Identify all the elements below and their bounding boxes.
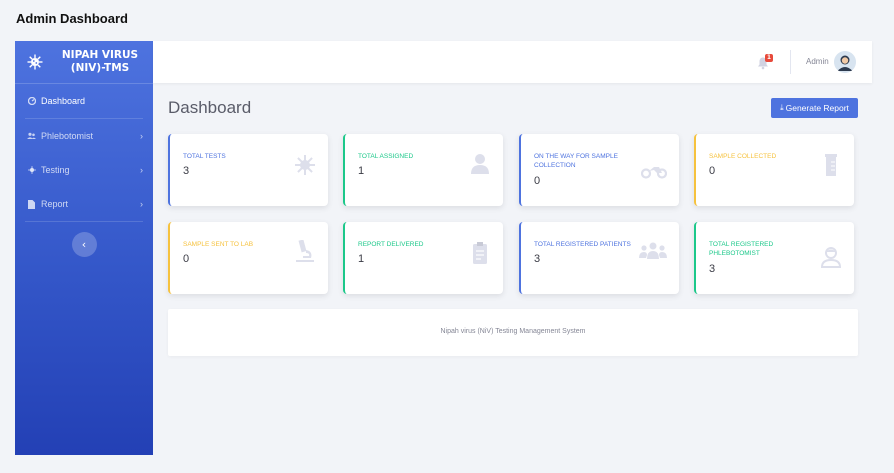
- chevron-left-icon: ‹: [81, 238, 87, 251]
- stat-card-on-the-way[interactable]: ON THE WAY FOR SAMPLE COLLECTION 0: [519, 134, 679, 206]
- clipboard-icon: [473, 242, 487, 264]
- card-title: SAMPLE SENT TO LAB: [183, 241, 254, 248]
- motorcycle-icon: [641, 167, 667, 179]
- card-title: TOTAL REGISTERED PHLEBOTOMIST: [709, 241, 774, 257]
- users-icon: [27, 132, 36, 141]
- stat-card-sample-sent-to-lab[interactable]: SAMPLE SENT TO LAB 0: [168, 222, 328, 294]
- stat-card-total-assigned[interactable]: TOTAL ASSIGNED 1: [343, 134, 503, 206]
- notification-badge: 1: [765, 54, 773, 62]
- user-name[interactable]: Admin: [806, 57, 829, 66]
- stat-card-report-delivered[interactable]: REPORT DELIVERED 1: [343, 222, 503, 294]
- file-icon: [27, 199, 36, 209]
- sidebar: NIPAH VIRUS (NIV)-TMS Dashboard Phleboto…: [15, 41, 153, 455]
- page-heading: Admin Dashboard: [16, 11, 128, 26]
- brand[interactable]: NIPAH VIRUS (NIV)-TMS: [15, 41, 153, 84]
- virus-icon: [27, 54, 43, 70]
- sidebar-item-label: Report: [41, 199, 69, 209]
- card-value: 0: [183, 253, 190, 265]
- chevron-right-icon: ›: [140, 199, 143, 209]
- card-title: SAMPLE COLLECTED: [709, 153, 777, 160]
- stat-card-registered-phlebotomist[interactable]: TOTAL REGISTERED PHLEBOTOMIST 3: [694, 222, 854, 294]
- card-value: 3: [709, 263, 716, 275]
- card-title: REPORT DELIVERED: [358, 241, 424, 248]
- doctor-icon: [820, 247, 842, 268]
- card-value: 1: [358, 165, 365, 177]
- user-icon: [471, 154, 489, 174]
- page-title: Dashboard: [168, 98, 252, 117]
- sidebar-item-label: Dashboard: [41, 96, 86, 106]
- user-avatar-icon: [834, 51, 856, 73]
- brand-title: NIPAH VIRUS (NIV)-TMS: [55, 49, 145, 75]
- brand-line-1: NIPAH VIRUS: [61, 49, 139, 61]
- sidebar-item-report[interactable]: Report ›: [15, 187, 153, 221]
- footer-text: Nipah virus (NiV) Testing Management Sys…: [440, 328, 586, 335]
- sidebar-item-label: Phlebotomist: [41, 131, 94, 141]
- generate-report-button[interactable]: ⤓ Generate Report: [771, 98, 858, 118]
- sidebar-toggle-button[interactable]: ‹: [71, 232, 97, 257]
- download-icon: ⤓: [780, 103, 784, 112]
- divider: [790, 50, 791, 74]
- card-value: 3: [534, 253, 541, 265]
- microscope-icon: [296, 240, 314, 262]
- card-value: 0: [709, 165, 716, 177]
- divider: [25, 221, 143, 222]
- virus-icon: [27, 166, 36, 175]
- stat-card-sample-collected[interactable]: SAMPLE COLLECTED 0: [694, 134, 854, 206]
- topbar: 1 Admin: [153, 41, 872, 83]
- card-value: 1: [358, 253, 365, 265]
- footer: Nipah virus (NiV) Testing Management Sys…: [168, 309, 858, 356]
- virus-icon: [295, 155, 315, 175]
- vial-icon: [825, 154, 837, 176]
- avatar[interactable]: [834, 51, 856, 73]
- card-value: 0: [534, 175, 541, 187]
- dashboard-icon: [27, 97, 36, 106]
- stat-card-total-tests[interactable]: TOTAL TESTS 3: [168, 134, 328, 206]
- card-title: TOTAL REGISTERED PATIENTS: [534, 241, 631, 248]
- brand-line-2: (NIV)-TMS: [70, 62, 130, 74]
- stat-card-registered-patients[interactable]: TOTAL REGISTERED PATIENTS 3: [519, 222, 679, 294]
- generate-report-label: Generate Report: [785, 103, 849, 113]
- chevron-right-icon: ›: [140, 165, 143, 175]
- sidebar-item-testing[interactable]: Testing ›: [15, 153, 153, 187]
- sidebar-item-dashboard[interactable]: Dashboard: [15, 84, 153, 118]
- sidebar-item-phlebotomist[interactable]: Phlebotomist ›: [15, 119, 153, 153]
- sidebar-item-label: Testing: [41, 165, 70, 175]
- chevron-right-icon: ›: [140, 131, 143, 141]
- card-title: ON THE WAY FOR SAMPLE COLLECTION: [534, 153, 618, 169]
- card-title: TOTAL TESTS: [183, 153, 226, 160]
- card-value: 3: [183, 165, 190, 177]
- group-icon: [639, 242, 667, 259]
- card-title: TOTAL ASSIGNED: [358, 153, 414, 160]
